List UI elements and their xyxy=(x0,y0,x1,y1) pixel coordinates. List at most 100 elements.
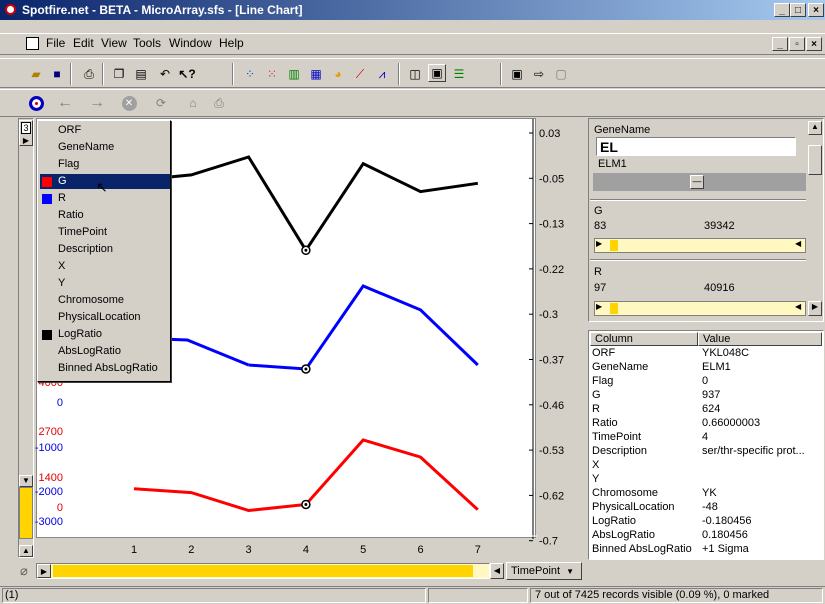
column-menu-item[interactable]: PhysicalLocation xyxy=(58,311,141,323)
column-menu-item[interactable]: Y xyxy=(58,277,65,289)
column-menu-item[interactable]: G xyxy=(58,175,67,187)
details-column-cell: ORF xyxy=(592,347,616,359)
target-icon[interactable] xyxy=(27,94,45,112)
scroll-up-icon[interactable]: ▼ xyxy=(19,475,33,487)
histogram-icon[interactable]: ▥ xyxy=(285,65,303,83)
r-slider-right-icon[interactable]: ◀ xyxy=(795,302,801,311)
child-restore-icon[interactable]: ▫ xyxy=(789,37,805,51)
right-tick-label: -0.7 xyxy=(539,536,558,548)
column-menu-item[interactable]: GeneName xyxy=(58,141,114,153)
child-close-icon[interactable]: × xyxy=(806,37,822,51)
column-menu-item[interactable]: Chromosome xyxy=(58,294,124,306)
app-icon xyxy=(5,4,16,15)
scatter-plot-icon[interactable]: ⁘ xyxy=(241,65,259,83)
panel-scroll-right-icon[interactable]: ▶ xyxy=(808,301,822,316)
right-tick-label: 0.03 xyxy=(539,128,560,140)
g-range-handle[interactable] xyxy=(610,240,618,251)
g-slider-left-icon[interactable]: ▶ xyxy=(596,239,602,248)
left-tick-label-g: 0 xyxy=(57,502,63,514)
status-right: 7 out of 7425 records visible (0.09 %), … xyxy=(530,588,823,603)
column-menu-item[interactable]: Binned AbsLogRatio xyxy=(58,362,158,374)
details-icon[interactable]: ▢ xyxy=(552,65,570,83)
minimize-icon[interactable]: _ xyxy=(774,3,790,17)
column-menu-item[interactable]: Description xyxy=(58,243,113,255)
x-tick-label: 7 xyxy=(475,544,481,556)
stop-icon[interactable]: ✕ xyxy=(120,94,138,112)
tile-windows-icon[interactable]: ▣ xyxy=(508,65,526,83)
slider-right-arrow-icon[interactable]: ◀ xyxy=(490,563,504,579)
scatter-3d-icon[interactable]: ⁙ xyxy=(263,65,281,83)
filter-divider xyxy=(590,199,806,201)
slider-left-arrow-icon[interactable]: ▶ xyxy=(37,564,51,578)
menu-window[interactable]: Window xyxy=(169,36,212,50)
g-range-slider[interactable] xyxy=(594,238,806,253)
print-page-icon[interactable]: ⎙ xyxy=(210,94,228,112)
line-chart-icon[interactable]: ⟋ xyxy=(351,65,369,83)
x-axis-selector[interactable]: TimePoint ▼ xyxy=(506,562,582,580)
column-menu-item[interactable]: Ratio xyxy=(58,209,84,221)
menu-edit[interactable]: Edit xyxy=(73,36,94,50)
x-axis-range-slider[interactable]: ▶ xyxy=(36,563,490,579)
details-column-cell: Y xyxy=(592,473,600,485)
y-axis-range-slider[interactable] xyxy=(19,487,33,539)
genename-search-input[interactable]: EL xyxy=(596,137,796,156)
column-menu-item[interactable]: R xyxy=(58,192,66,204)
scroll-down-icon[interactable]: ▲ xyxy=(19,545,33,557)
color-swatch-icon xyxy=(42,177,52,187)
legend-icon[interactable]: ☰ xyxy=(450,65,468,83)
undo-icon[interactable]: ↶ xyxy=(156,65,174,83)
details-header-column[interactable]: Column xyxy=(590,332,698,346)
r-filter-label: R xyxy=(594,266,602,278)
marked-point-dot xyxy=(304,502,308,506)
menu-help[interactable]: Help xyxy=(219,36,244,50)
details-header-value[interactable]: Value xyxy=(698,332,822,346)
column-menu-item[interactable]: TimePoint xyxy=(58,226,107,238)
expand-arrow-icon: ▶ xyxy=(22,136,30,145)
menu-tools[interactable]: Tools xyxy=(133,36,161,50)
r-range-slider[interactable] xyxy=(594,301,806,316)
r-range-handle[interactable] xyxy=(610,303,618,314)
menu-file[interactable]: File xyxy=(46,36,65,50)
close-icon[interactable]: × xyxy=(808,3,824,17)
child-minimize-icon[interactable]: _ xyxy=(772,37,788,51)
save-icon[interactable]: ■ xyxy=(48,65,66,83)
home-icon[interactable]: ⌂ xyxy=(184,94,202,112)
x-tick-label: 4 xyxy=(303,544,309,556)
back-arrow-icon[interactable]: ← xyxy=(56,94,74,112)
genename-slider-thumb[interactable]: — xyxy=(690,175,704,189)
column-menu[interactable]: ORF GeneName Flag G R Ratio TimePoint Descripti… xyxy=(37,120,171,382)
copy-icon[interactable]: ❐ xyxy=(110,65,128,83)
query-devices-icon[interactable]: ▣ xyxy=(428,64,446,82)
column-menu-item[interactable]: X xyxy=(58,260,65,272)
maximize-icon[interactable]: □ xyxy=(790,3,806,17)
column-menu-item[interactable]: LogRatio xyxy=(58,328,102,340)
column-menu-item[interactable]: ORF xyxy=(58,124,81,136)
open-icon[interactable]: ▰ xyxy=(27,65,45,83)
column-menu-item[interactable]: AbsLogRatio xyxy=(58,345,121,357)
profile-chart-icon[interactable]: ⩘ xyxy=(373,65,391,83)
details-value-cell: 624 xyxy=(702,403,721,415)
filter-scroll-thumb[interactable] xyxy=(808,145,822,175)
menu-view[interactable]: View xyxy=(101,36,127,50)
attach-icon[interactable]: ⌀ xyxy=(20,563,28,579)
right-tick-label: -0.05 xyxy=(539,173,564,185)
x-axis-selector-label: TimePoint xyxy=(511,565,561,577)
genename-match: ELM1 xyxy=(598,158,627,170)
document-icon[interactable] xyxy=(26,37,39,50)
help-pointer-icon[interactable]: ↖? xyxy=(178,65,196,83)
forward-arrow-icon[interactable]: → xyxy=(88,94,106,112)
paste-icon[interactable]: ▤ xyxy=(132,65,150,83)
right-tick-label: -0.37 xyxy=(539,355,564,367)
print-icon[interactable]: ⎙ xyxy=(80,65,98,83)
column-menu-item[interactable]: Flag xyxy=(58,158,79,170)
table-view-icon[interactable]: ◫ xyxy=(406,65,424,83)
bar-chart-icon[interactable]: ▦ xyxy=(307,65,325,83)
g-slider-right-icon[interactable]: ◀ xyxy=(795,239,801,248)
filter-scroll-up-icon[interactable]: ▲ xyxy=(808,121,822,135)
export-icon[interactable]: ⇨ xyxy=(530,65,548,83)
pie-chart-icon[interactable]: ◕ xyxy=(329,65,347,83)
details-value-cell: ser/thr-specific prot... xyxy=(702,445,805,457)
r-slider-left-icon[interactable]: ▶ xyxy=(596,302,602,311)
column-menu-toggle[interactable]: 3 ▶ xyxy=(19,120,33,146)
refresh-icon[interactable]: ⟳ xyxy=(152,94,170,112)
